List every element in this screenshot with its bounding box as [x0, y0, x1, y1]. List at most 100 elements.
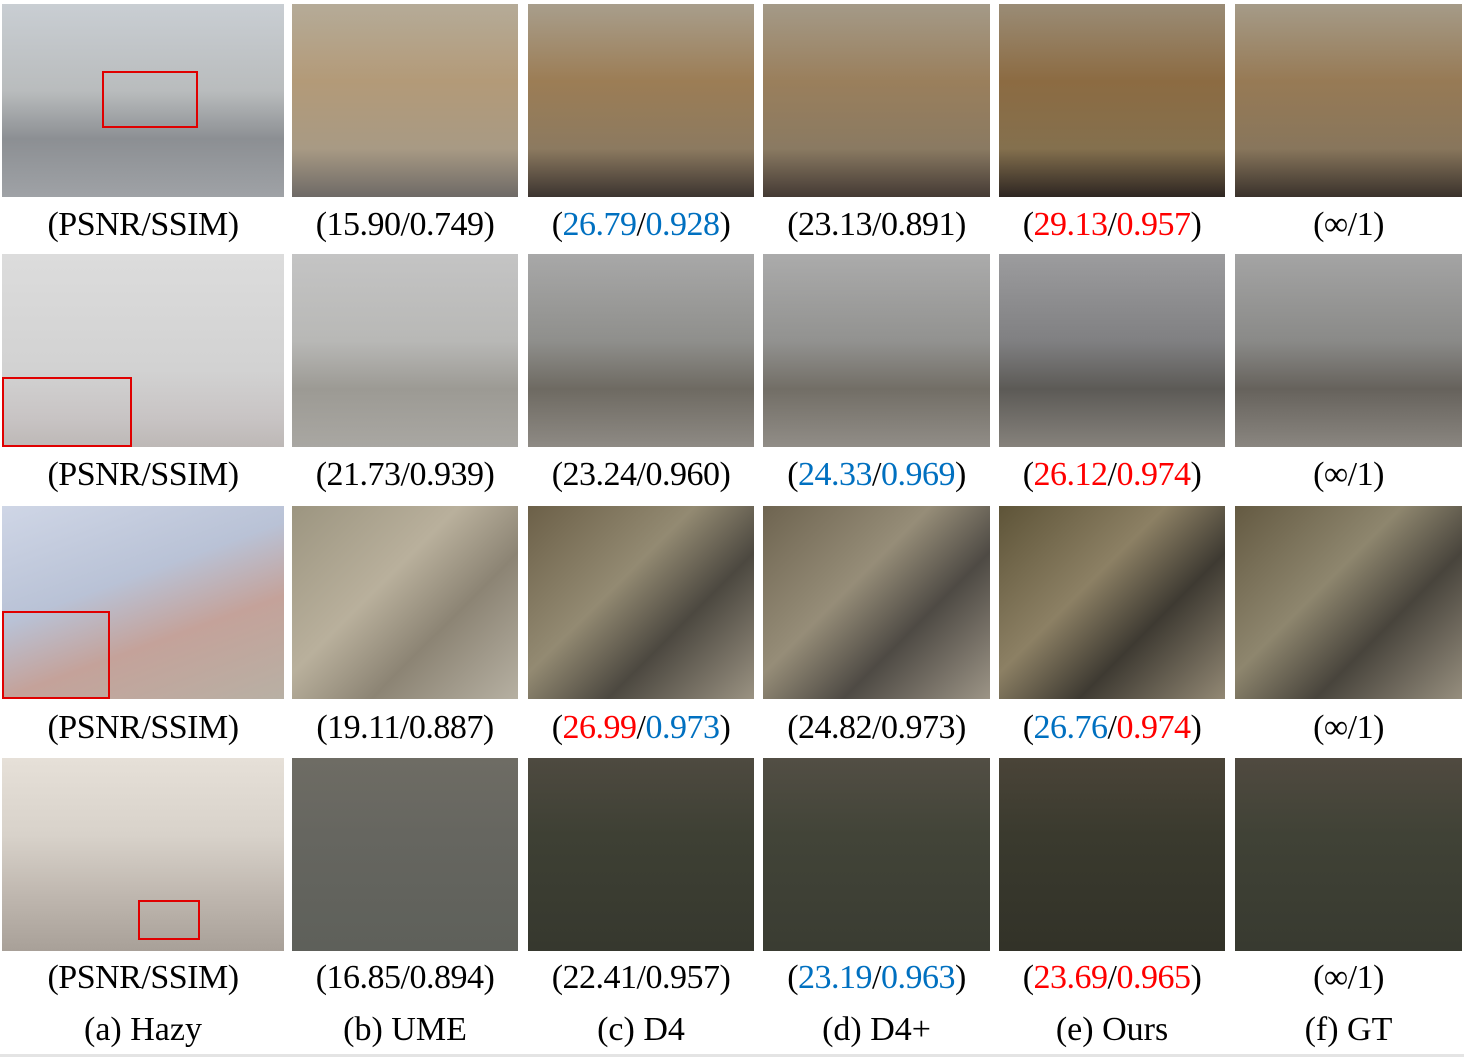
ssim-value: 0.963 [880, 959, 956, 996]
result-image [999, 4, 1225, 197]
zoom-region-box [2, 377, 132, 447]
metric-caption: (22.41/0.957) [551, 959, 731, 996]
hazy-image [2, 758, 284, 951]
result-image [292, 758, 518, 951]
ssim-value: SSIM [150, 206, 228, 243]
metric-caption: (∞/1) [1313, 709, 1384, 746]
psnr-value: 19.11 [327, 709, 400, 746]
result-image [763, 506, 990, 699]
result-image [1235, 254, 1462, 447]
psnr-value: 26.76 [1033, 709, 1109, 746]
hazy-image [2, 506, 284, 699]
psnr-value: PSNR [58, 206, 142, 243]
column-label: (a) Hazy [84, 1011, 202, 1048]
ssim-value: SSIM [150, 456, 228, 493]
psnr-value: 23.19 [798, 959, 873, 996]
ssim-value: 0.928 [645, 206, 720, 243]
psnr-value: PSNR [58, 959, 142, 996]
hazy-image [2, 254, 284, 447]
ssim-value: 0.957 [1116, 206, 1191, 243]
ssim-value: SSIM [150, 709, 228, 746]
metric-caption: (24.82/0.973) [787, 709, 966, 746]
column-label: (b) UME [343, 1011, 467, 1048]
result-image [1235, 758, 1462, 951]
column-label: (c) D4 [597, 1011, 685, 1048]
result-image [763, 758, 990, 951]
zoom-region-box [2, 611, 110, 699]
ssim-value: 0.974 [1116, 456, 1191, 493]
psnr-value: 24.33 [798, 456, 873, 493]
psnr-value: ∞ [1323, 456, 1348, 493]
psnr-value: 16.85 [326, 959, 402, 996]
metric-caption: (23.19/0.963) [787, 959, 966, 996]
metric-caption: (PSNR/SSIM) [47, 709, 239, 746]
ssim-value: 0.973 [880, 709, 956, 746]
metric-caption: (15.90/0.749) [315, 206, 495, 243]
ssim-value: SSIM [150, 959, 228, 996]
metric-caption: (23.13/0.891) [787, 206, 966, 243]
metric-caption: (∞/1) [1313, 959, 1384, 996]
zoom-region-box [102, 71, 198, 128]
result-image [528, 4, 754, 197]
result-image [292, 254, 518, 447]
ssim-value: 0.891 [880, 206, 956, 243]
result-image [999, 758, 1225, 951]
ssim-value: 0.965 [1116, 959, 1191, 996]
zoom-region-box [138, 900, 200, 940]
result-image [528, 506, 754, 699]
metric-caption: (23.69/0.965) [1022, 959, 1202, 996]
metric-caption: (PSNR/SSIM) [47, 959, 239, 996]
ssim-value: 0.957 [645, 959, 720, 996]
psnr-value: 15.90 [326, 206, 402, 243]
result-image [292, 4, 518, 197]
result-image [999, 254, 1225, 447]
metric-caption: (19.11/0.887) [316, 709, 494, 746]
result-image [528, 758, 754, 951]
psnr-value: ∞ [1323, 959, 1348, 996]
ssim-value: 0.973 [645, 709, 720, 746]
metric-caption: (29.13/0.957) [1022, 206, 1202, 243]
ssim-value: 0.894 [409, 959, 484, 996]
ssim-value: 0.974 [1116, 709, 1191, 746]
psnr-value: 24.82 [798, 709, 873, 746]
ssim-value: 1 [1356, 206, 1374, 243]
ssim-value: 0.887 [408, 709, 484, 746]
metric-caption: (∞/1) [1313, 456, 1384, 493]
metric-caption: (26.76/0.974) [1022, 709, 1202, 746]
ssim-value: 0.749 [409, 206, 484, 243]
psnr-value: ∞ [1323, 709, 1348, 746]
psnr-value: 26.99 [562, 709, 638, 746]
metric-caption: (∞/1) [1313, 206, 1384, 243]
result-image [1235, 4, 1462, 197]
hazy-image [2, 4, 284, 197]
psnr-value: PSNR [58, 456, 142, 493]
psnr-value: PSNR [58, 709, 142, 746]
result-image [763, 254, 990, 447]
metric-caption: (PSNR/SSIM) [47, 206, 239, 243]
result-image [528, 254, 754, 447]
psnr-value: 26.12 [1033, 456, 1109, 493]
metric-caption: (26.12/0.974) [1022, 456, 1202, 493]
metric-caption: (21.73/0.939) [315, 456, 495, 493]
ssim-value: 1 [1356, 959, 1374, 996]
result-image [1235, 506, 1462, 699]
psnr-value: 21.73 [326, 456, 402, 493]
metric-caption: (26.99/0.973) [551, 709, 731, 746]
ssim-value: 1 [1356, 456, 1374, 493]
ssim-value: 1 [1356, 709, 1374, 746]
psnr-value: 26.79 [562, 206, 638, 243]
ssim-value: 0.969 [880, 456, 956, 493]
metric-caption: (24.33/0.969) [787, 456, 966, 493]
psnr-value: 23.24 [562, 456, 638, 493]
psnr-value: 23.13 [798, 206, 873, 243]
metric-caption: (26.79/0.928) [551, 206, 731, 243]
psnr-value: 29.13 [1033, 206, 1109, 243]
column-label: (f) GT [1304, 1011, 1393, 1048]
ssim-value: 0.960 [645, 456, 720, 493]
result-image [292, 506, 518, 699]
column-label: (e) Ours [1055, 1011, 1169, 1048]
metric-caption: (PSNR/SSIM) [47, 456, 239, 493]
psnr-value: 23.69 [1033, 959, 1109, 996]
result-image [763, 4, 990, 197]
ssim-value: 0.939 [409, 456, 484, 493]
